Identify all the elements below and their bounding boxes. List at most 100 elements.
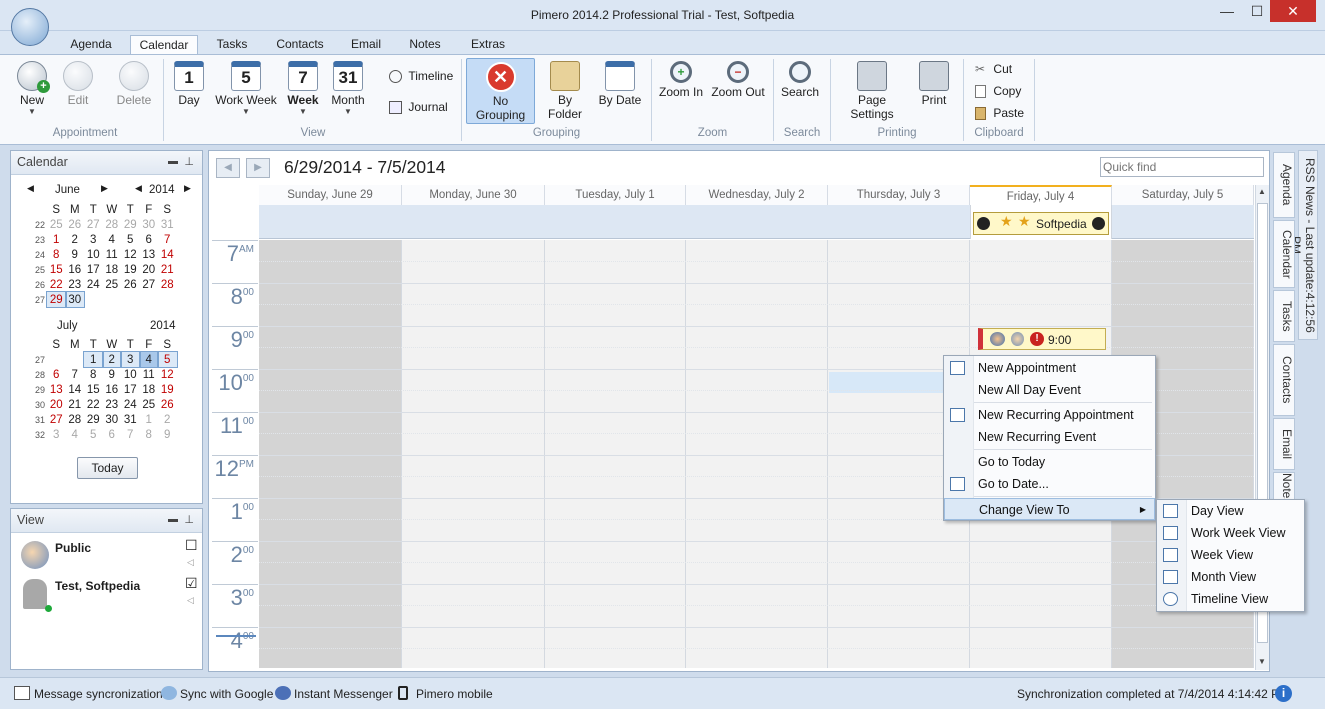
tab-tasks[interactable]: Tasks: [206, 35, 258, 55]
tab-extras[interactable]: Extras: [460, 35, 516, 55]
side-tab-agenda[interactable]: Agenda: [1273, 152, 1295, 218]
menu-change-view-to[interactable]: Change View To ▶: [944, 498, 1155, 520]
menu-week-view[interactable]: Week View: [1157, 544, 1304, 566]
pin-icon[interactable]: ⊥: [184, 151, 194, 173]
all-day-event[interactable]: ★ ★ Softpedia: [973, 212, 1109, 235]
next-week-button[interactable]: ▶: [246, 158, 270, 178]
grid-line: [259, 584, 1254, 585]
june-month-label[interactable]: June: [55, 184, 80, 196]
next-month-button[interactable]: ▶: [101, 183, 108, 194]
sync-google-link[interactable]: Sync with Google: [180, 687, 273, 701]
day-header-monday[interactable]: Monday, June 30: [402, 185, 545, 205]
tab-email[interactable]: Email: [342, 35, 390, 55]
view-item-public[interactable]: Public ☐ ◁: [15, 537, 200, 573]
menu-month-view[interactable]: Month View: [1157, 566, 1304, 588]
side-tab-calendar[interactable]: Calendar: [1273, 220, 1295, 288]
hour-label: 400: [212, 627, 258, 668]
edit-button[interactable]: Edit: [58, 55, 98, 107]
menu-new-appointment[interactable]: New Appointment: [944, 357, 1155, 379]
side-tab-contacts[interactable]: Contacts: [1273, 344, 1295, 416]
delete-button[interactable]: Delete: [114, 55, 154, 107]
menu-day-view[interactable]: Day View: [1157, 500, 1304, 522]
menu-new-all-day-event[interactable]: New All Day Event: [944, 379, 1155, 401]
pin-icon[interactable]: ⊥: [184, 509, 194, 531]
day-header-wednesday[interactable]: Wednesday, July 2: [686, 185, 828, 205]
tab-contacts[interactable]: Contacts: [266, 35, 334, 55]
day-header-saturday[interactable]: Saturday, July 5: [1112, 185, 1254, 205]
work-week-button[interactable]: 5 Work Week ▼: [215, 55, 277, 116]
app-logo-icon[interactable]: [11, 8, 49, 46]
page-settings-button[interactable]: Page Settings: [836, 55, 908, 121]
side-tab-tasks[interactable]: Tasks: [1273, 290, 1295, 342]
prev-year-button[interactable]: ◀: [135, 183, 142, 194]
by-date-button[interactable]: By Date: [597, 55, 643, 107]
copy-button[interactable]: Copy: [975, 84, 1021, 99]
side-tab-notes[interactable]: Notes: [1273, 472, 1295, 502]
menu-timeline-view[interactable]: Timeline View: [1157, 588, 1304, 610]
day-header-thursday[interactable]: Thursday, July 3: [828, 185, 970, 205]
test-softpedia-checkbox[interactable]: ☑: [185, 575, 198, 592]
maximize-button[interactable]: ☐: [1240, 0, 1274, 22]
new-button[interactable]: + New ▼: [12, 55, 52, 116]
day-header-friday[interactable]: Friday, July 4: [970, 185, 1112, 205]
tab-notes[interactable]: Notes: [400, 35, 450, 55]
divider: [461, 59, 462, 141]
july-year-label[interactable]: 2014: [150, 320, 176, 332]
next-year-button[interactable]: ▶: [184, 183, 191, 194]
no-grouping-button[interactable]: ✕ No Grouping: [466, 58, 535, 124]
pimero-mobile-link[interactable]: Pimero mobile: [416, 687, 493, 701]
timeline-button[interactable]: Timeline: [389, 69, 453, 84]
search-button[interactable]: Search: [778, 55, 822, 99]
july-month-label[interactable]: July: [57, 320, 77, 332]
divider: [163, 59, 164, 141]
journal-button[interactable]: Journal: [389, 100, 448, 115]
menu-new-recurring-event[interactable]: New Recurring Event: [944, 426, 1155, 448]
instant-messenger-link[interactable]: Instant Messenger: [294, 687, 393, 701]
timeline-icon: [389, 70, 402, 84]
calendar-workweek-icon: 5: [231, 61, 261, 91]
close-button[interactable]: ✕: [1270, 0, 1316, 22]
user-avatar-icon: [23, 579, 47, 609]
menu-new-recurring-appointment[interactable]: New Recurring Appointment: [944, 404, 1155, 426]
prev-week-button[interactable]: ◀: [216, 158, 240, 178]
message-sync-link[interactable]: Message syncronization: [34, 687, 163, 701]
divider: [963, 59, 964, 141]
cut-button[interactable]: ✂ Cut: [975, 62, 1012, 76]
week-view-button[interactable]: 7 Week ▼: [283, 55, 323, 116]
info-icon[interactable]: i: [1275, 685, 1292, 702]
today-button[interactable]: Today: [77, 457, 138, 479]
menu-work-week-view[interactable]: Work Week View: [1157, 522, 1304, 544]
month-view-button[interactable]: 31 Month ▼: [327, 55, 369, 116]
zoom-in-button[interactable]: + Zoom In: [657, 55, 705, 99]
mobile-phone-icon: [398, 686, 408, 700]
june-year-label[interactable]: 2014: [149, 184, 175, 196]
scroll-up-icon[interactable]: ▲: [1258, 187, 1266, 196]
minimize-pane-icon[interactable]: ▬: [168, 151, 178, 173]
menu-separator: [974, 496, 1152, 497]
tab-agenda[interactable]: Agenda: [62, 35, 120, 55]
prev-month-button[interactable]: ◀: [27, 183, 34, 194]
by-folder-button[interactable]: By Folder: [540, 55, 590, 121]
quick-find-input[interactable]: [1100, 157, 1264, 177]
print-button[interactable]: Print: [914, 55, 954, 107]
day-view-button[interactable]: 1 Day: [169, 55, 209, 107]
day-header-tuesday[interactable]: Tuesday, July 1: [545, 185, 686, 205]
no-grouping-icon: ✕: [485, 62, 516, 92]
zoom-out-button[interactable]: − Zoom Out: [710, 55, 766, 99]
tab-calendar[interactable]: Calendar: [130, 35, 198, 55]
appointment-9am[interactable]: ! 9:00: [978, 328, 1106, 350]
menu-go-to-today[interactable]: Go to Today: [944, 451, 1155, 473]
minimize-button[interactable]: —: [1210, 0, 1244, 22]
minimize-pane-icon[interactable]: ▬: [168, 509, 178, 531]
public-checkbox[interactable]: ☐: [185, 537, 198, 554]
scroll-down-icon[interactable]: ▼: [1258, 657, 1266, 666]
person-icon: [1011, 332, 1024, 346]
delete-clock-icon: [119, 61, 149, 91]
rss-news-tab[interactable]: RSS News - Last update:4:12:56 PM: [1289, 150, 1318, 340]
menu-go-to-date[interactable]: Go to Date...: [944, 473, 1155, 495]
day-header-sunday[interactable]: Sunday, June 29: [259, 185, 402, 205]
clock-icon: [1092, 217, 1105, 230]
view-item-test-softpedia[interactable]: Test, Softpedia ☑ ◁: [15, 575, 200, 615]
side-tab-email[interactable]: Email: [1273, 418, 1295, 470]
paste-button[interactable]: Paste: [975, 106, 1024, 121]
